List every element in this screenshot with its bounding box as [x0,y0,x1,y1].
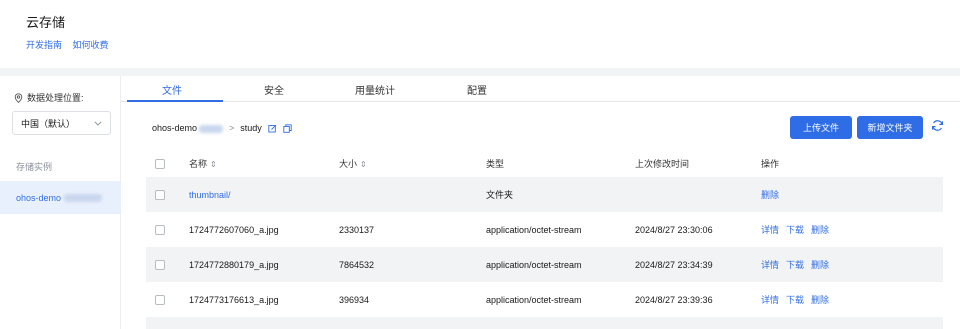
tab-files[interactable]: 文件 [122,82,222,97]
file-size: 7864532 [339,259,375,270]
region-select[interactable]: 中国（默认） [12,111,111,135]
pricing-link[interactable]: 如何收费 [73,40,109,50]
download-link[interactable]: 下载 [786,260,804,270]
row-checkbox[interactable] [155,259,165,270]
folder-name-link[interactable]: thumbnail/ [189,190,231,200]
region-label: 数据处理位置: [14,91,84,104]
sort-icon: ⇕ [210,160,217,169]
table-row: 1724773176613_a.jpg 396934 application/o… [146,282,943,317]
details-link[interactable]: 详情 [761,295,779,305]
file-type: application/octet-stream [486,259,582,270]
row-checkbox[interactable] [155,189,165,200]
sort-icon: ⇕ [360,160,367,169]
download-link[interactable]: 下载 [786,225,804,235]
row-actions: 详情 下载 删除 [761,223,836,236]
delete-link[interactable]: 删除 [811,225,829,235]
breadcrumb-root[interactable]: ohos-demo [152,123,224,133]
file-name: 1724772880179_a.jpg [189,259,279,270]
file-type: application/octet-stream [486,294,582,305]
chevron-down-icon [94,120,102,126]
table-row: thumbnail/ 文件夹 删除 [146,177,943,212]
file-name: 1724773176613_a.jpg [189,294,279,305]
main-panel: 文件 安全 用量统计 配置 ohos-demo > study 上传文件 新增文… [121,76,960,329]
column-name[interactable]: 名称 ⇕ [189,157,217,170]
tab-usage[interactable]: 用量统计 [325,82,425,97]
location-pin-icon [14,92,23,103]
table-row: 1724772880179_a.jpg 7864532 application/… [146,247,943,282]
row-checkbox[interactable] [155,224,165,235]
instance-item[interactable]: ohos-demo [0,181,121,214]
file-size: 2330137 [339,224,375,235]
instances-label: 存储实例 [16,162,53,172]
delete-link[interactable]: 删除 [811,260,829,270]
row-checkbox[interactable] [155,294,165,305]
refresh-icon[interactable] [929,119,945,135]
instance-name: ohos-demo [16,192,62,203]
redacted-mask [64,193,103,202]
copy-icon[interactable] [283,123,292,133]
column-type: 类型 [486,159,505,169]
edit-icon[interactable] [268,124,277,133]
details-link[interactable]: 详情 [761,260,779,270]
file-modified: 2024/8/27 23:34:39 [635,259,713,270]
row-actions: 详情 下载 删除 [761,258,836,271]
file-table: 名称 ⇕ 大小 ⇕ 类型 上次修改时间 操作 thumbnail/ 文件夹 删除 1… [146,150,943,329]
active-tab-indicator [127,100,223,102]
page-title: 云存储 [26,15,66,30]
delete-link[interactable]: 删除 [761,190,779,200]
tab-bar: 文件 安全 用量统计 配置 [121,76,960,102]
doc-links: 开发指南 如何收费 [26,38,117,51]
region-select-value: 中国（默认） [21,118,76,129]
breadcrumb-current: study [240,123,262,133]
tab-config[interactable]: 配置 [427,82,527,97]
dev-guide-link[interactable]: 开发指南 [26,40,62,50]
file-modified: 2024/8/27 23:30:06 [635,224,713,235]
upload-file-button[interactable]: 上传文件 [790,116,852,139]
table-row: 1724772607060_a.jpg 2330137 application/… [146,212,943,247]
region-label-text: 数据处理位置: [27,93,84,103]
select-all-checkbox[interactable] [155,158,165,169]
header-card: 云存储 开发指南 如何收费 [0,0,960,68]
details-link[interactable]: 详情 [761,225,779,235]
delete-link[interactable]: 删除 [811,295,829,305]
table-header: 名称 ⇕ 大小 ⇕ 类型 上次修改时间 操作 [146,150,943,177]
sidebar: 数据处理位置: 中国（默认） 存储实例 ohos-demo [0,76,121,329]
file-size: 396934 [339,294,370,305]
file-type: application/octet-stream [486,224,582,235]
download-link[interactable]: 下载 [786,295,804,305]
file-modified: 2024/8/27 23:39:36 [635,294,713,305]
new-folder-button[interactable]: 新增文件夹 [857,116,923,139]
row-actions: 详情 下载 删除 [761,293,836,306]
breadcrumb: ohos-demo > study [152,123,292,133]
row-actions: 删除 [761,188,786,201]
table-row-partial [146,317,943,329]
column-ops: 操作 [761,159,780,169]
file-type: 文件夹 [486,190,514,200]
breadcrumb-separator: > [229,123,235,133]
file-name: 1724772607060_a.jpg [189,224,279,235]
column-size[interactable]: 大小 ⇕ [339,157,367,170]
tab-security[interactable]: 安全 [224,82,324,97]
column-modified: 上次修改时间 [635,159,690,169]
